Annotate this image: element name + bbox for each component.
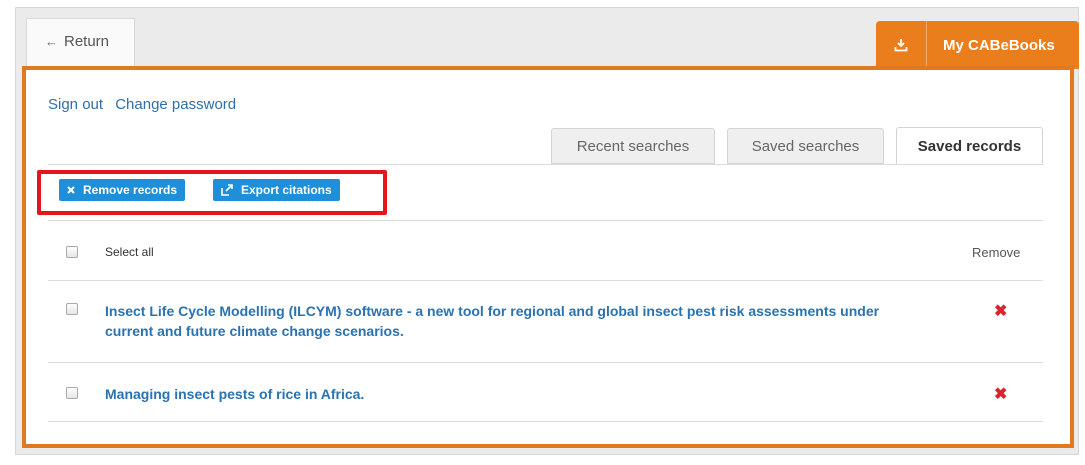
record-checkbox[interactable]: [66, 303, 78, 315]
account-links: Sign out Change password: [48, 96, 244, 113]
select-all-checkbox[interactable]: [66, 246, 78, 258]
tabs-divider: [48, 164, 1043, 165]
tab-saved-searches[interactable]: Saved searches: [727, 128, 884, 164]
return-button[interactable]: ← Return: [26, 18, 135, 66]
record-checkbox[interactable]: [66, 387, 78, 399]
sign-out-link[interactable]: Sign out: [48, 96, 103, 113]
download-icon: [876, 21, 927, 69]
remove-record-icon[interactable]: ✖: [994, 384, 1007, 404]
select-all-label: Select all: [105, 245, 154, 259]
my-cabebooks-tab[interactable]: My CABeBooks: [876, 21, 1079, 69]
remove-record-icon[interactable]: ✖: [994, 301, 1007, 321]
return-label: Return: [64, 33, 110, 50]
change-password-link[interactable]: Change password: [115, 96, 236, 113]
record-title-link[interactable]: Managing insect pests of rice in Africa.: [105, 384, 885, 404]
highlight-box: [37, 170, 387, 215]
divider: [48, 421, 1043, 422]
my-cabebooks-label: My CABeBooks: [943, 36, 1055, 54]
divider: [48, 362, 1043, 363]
divider: [48, 280, 1043, 281]
tab-recent-searches[interactable]: Recent searches: [551, 128, 715, 164]
divider: [48, 220, 1043, 221]
record-title-link[interactable]: Insect Life Cycle Modelling (ILCYM) soft…: [105, 301, 885, 341]
remove-column-header: Remove: [972, 245, 1021, 260]
tab-saved-records[interactable]: Saved records: [896, 127, 1043, 165]
arrow-left-icon: ←: [45, 34, 58, 49]
